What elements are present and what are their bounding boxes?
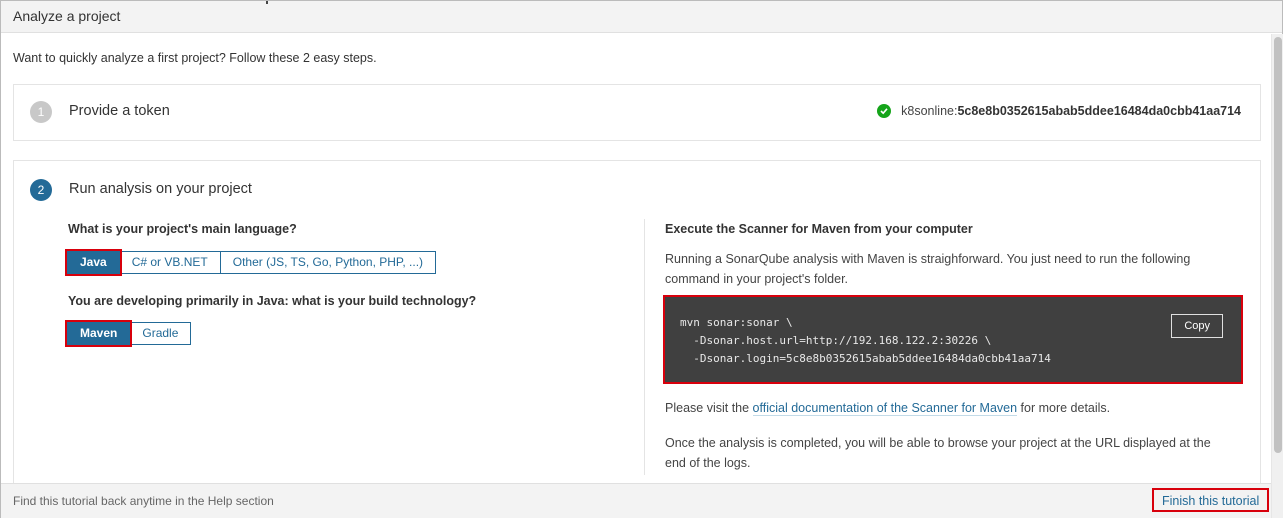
command-text[interactable]: mvn sonar:sonar \ -Dsonar.host.url=http:… xyxy=(680,314,1051,368)
language-other-button[interactable]: Other (JS, TS, Go, Python, PHP, ...) xyxy=(219,251,437,274)
step-number-2: 2 xyxy=(30,179,52,201)
finish-tutorial-link[interactable]: Finish this tutorial xyxy=(1152,488,1270,512)
docs-prefix: Please visit the xyxy=(665,401,753,415)
token-value: 5c8e8b0352615abab5ddee16484da0cbb41aa714 xyxy=(957,104,1241,118)
scanner-intro: Running a SonarQube analysis with Maven … xyxy=(665,252,1191,286)
build-question: You are developing primarily in Java: wh… xyxy=(68,294,477,308)
scanner-title: Execute the Scanner for Maven from your … xyxy=(665,222,973,236)
step-number-1: 1 xyxy=(30,101,52,123)
docs-suffix: for more details. xyxy=(1017,401,1111,415)
modal-header: Analyze a project xyxy=(1,1,1282,33)
vertical-scrollbar[interactable] xyxy=(1271,34,1283,518)
step-title-token: Provide a token xyxy=(69,103,170,119)
build-maven-button[interactable]: Maven xyxy=(64,320,133,347)
token-name: k8sonline: xyxy=(901,104,958,118)
build-button-group: Maven Gradle xyxy=(64,320,192,347)
language-csharp-button[interactable]: C# or VB.NET xyxy=(118,251,221,274)
docs-paragraph: Please visit the official documentation … xyxy=(665,398,1225,418)
token-display: k8sonline: 5c8e8b0352615abab5ddee16484da0… xyxy=(877,104,1241,118)
docs-link[interactable]: official documentation of the Scanner fo… xyxy=(752,401,1018,416)
help-hint: Find this tutorial back anytime in the H… xyxy=(13,494,274,508)
analyze-project-modal: Analyze a project Want to quickly analyz… xyxy=(0,0,1283,518)
cursor-mark xyxy=(266,1,268,4)
column-divider xyxy=(644,219,645,475)
intro-text: Want to quickly analyze a first project?… xyxy=(13,51,377,65)
step-provide-token: 1 Provide a token k8sonline: 5c8e8b035261… xyxy=(13,84,1261,141)
build-gradle-button[interactable]: Gradle xyxy=(129,322,192,345)
command-block: mvn sonar:sonar \ -Dsonar.host.url=http:… xyxy=(663,295,1243,384)
copy-button[interactable]: Copy xyxy=(1171,314,1223,338)
language-button-group: Java C# or VB.NET Other (JS, TS, Go, Pyt… xyxy=(65,249,437,276)
scrollbar-thumb[interactable] xyxy=(1274,37,1282,453)
completed-paragraph: Once the analysis is completed, you will… xyxy=(665,436,1211,470)
step-title-analysis: Run analysis on your project xyxy=(69,181,252,197)
check-circle-icon xyxy=(877,104,892,118)
language-question: What is your project's main language? xyxy=(68,222,297,236)
modal-title: Analyze a project xyxy=(13,8,121,24)
language-java-button[interactable]: Java xyxy=(65,249,122,276)
modal-footer: Find this tutorial back anytime in the H… xyxy=(1,483,1271,518)
